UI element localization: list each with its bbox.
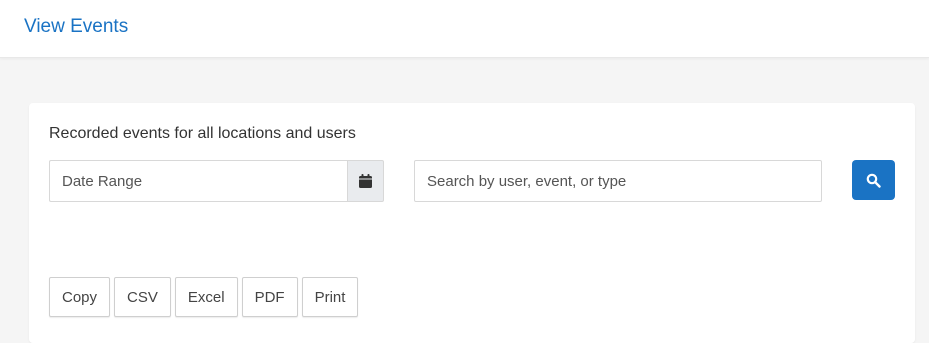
date-range-input[interactable] (49, 160, 347, 202)
search-input[interactable] (414, 160, 822, 202)
events-card: Recorded events for all locations and us… (29, 103, 915, 343)
page-title: View Events (24, 16, 129, 37)
copy-button[interactable]: Copy (49, 277, 111, 317)
date-picker-button[interactable] (347, 160, 384, 202)
print-button[interactable]: Print (301, 277, 359, 317)
date-range-group (49, 160, 384, 202)
export-button-group: Copy CSV Excel PDF Print (49, 277, 359, 317)
excel-button[interactable]: Excel (174, 277, 238, 317)
search-button[interactable] (852, 160, 895, 200)
calendar-icon (359, 174, 372, 188)
search-icon (866, 173, 881, 188)
csv-button[interactable]: CSV (114, 277, 171, 317)
pdf-button[interactable]: PDF (241, 277, 298, 317)
card-heading: Recorded events for all locations and us… (49, 125, 356, 142)
top-bar: View Events (0, 0, 929, 58)
